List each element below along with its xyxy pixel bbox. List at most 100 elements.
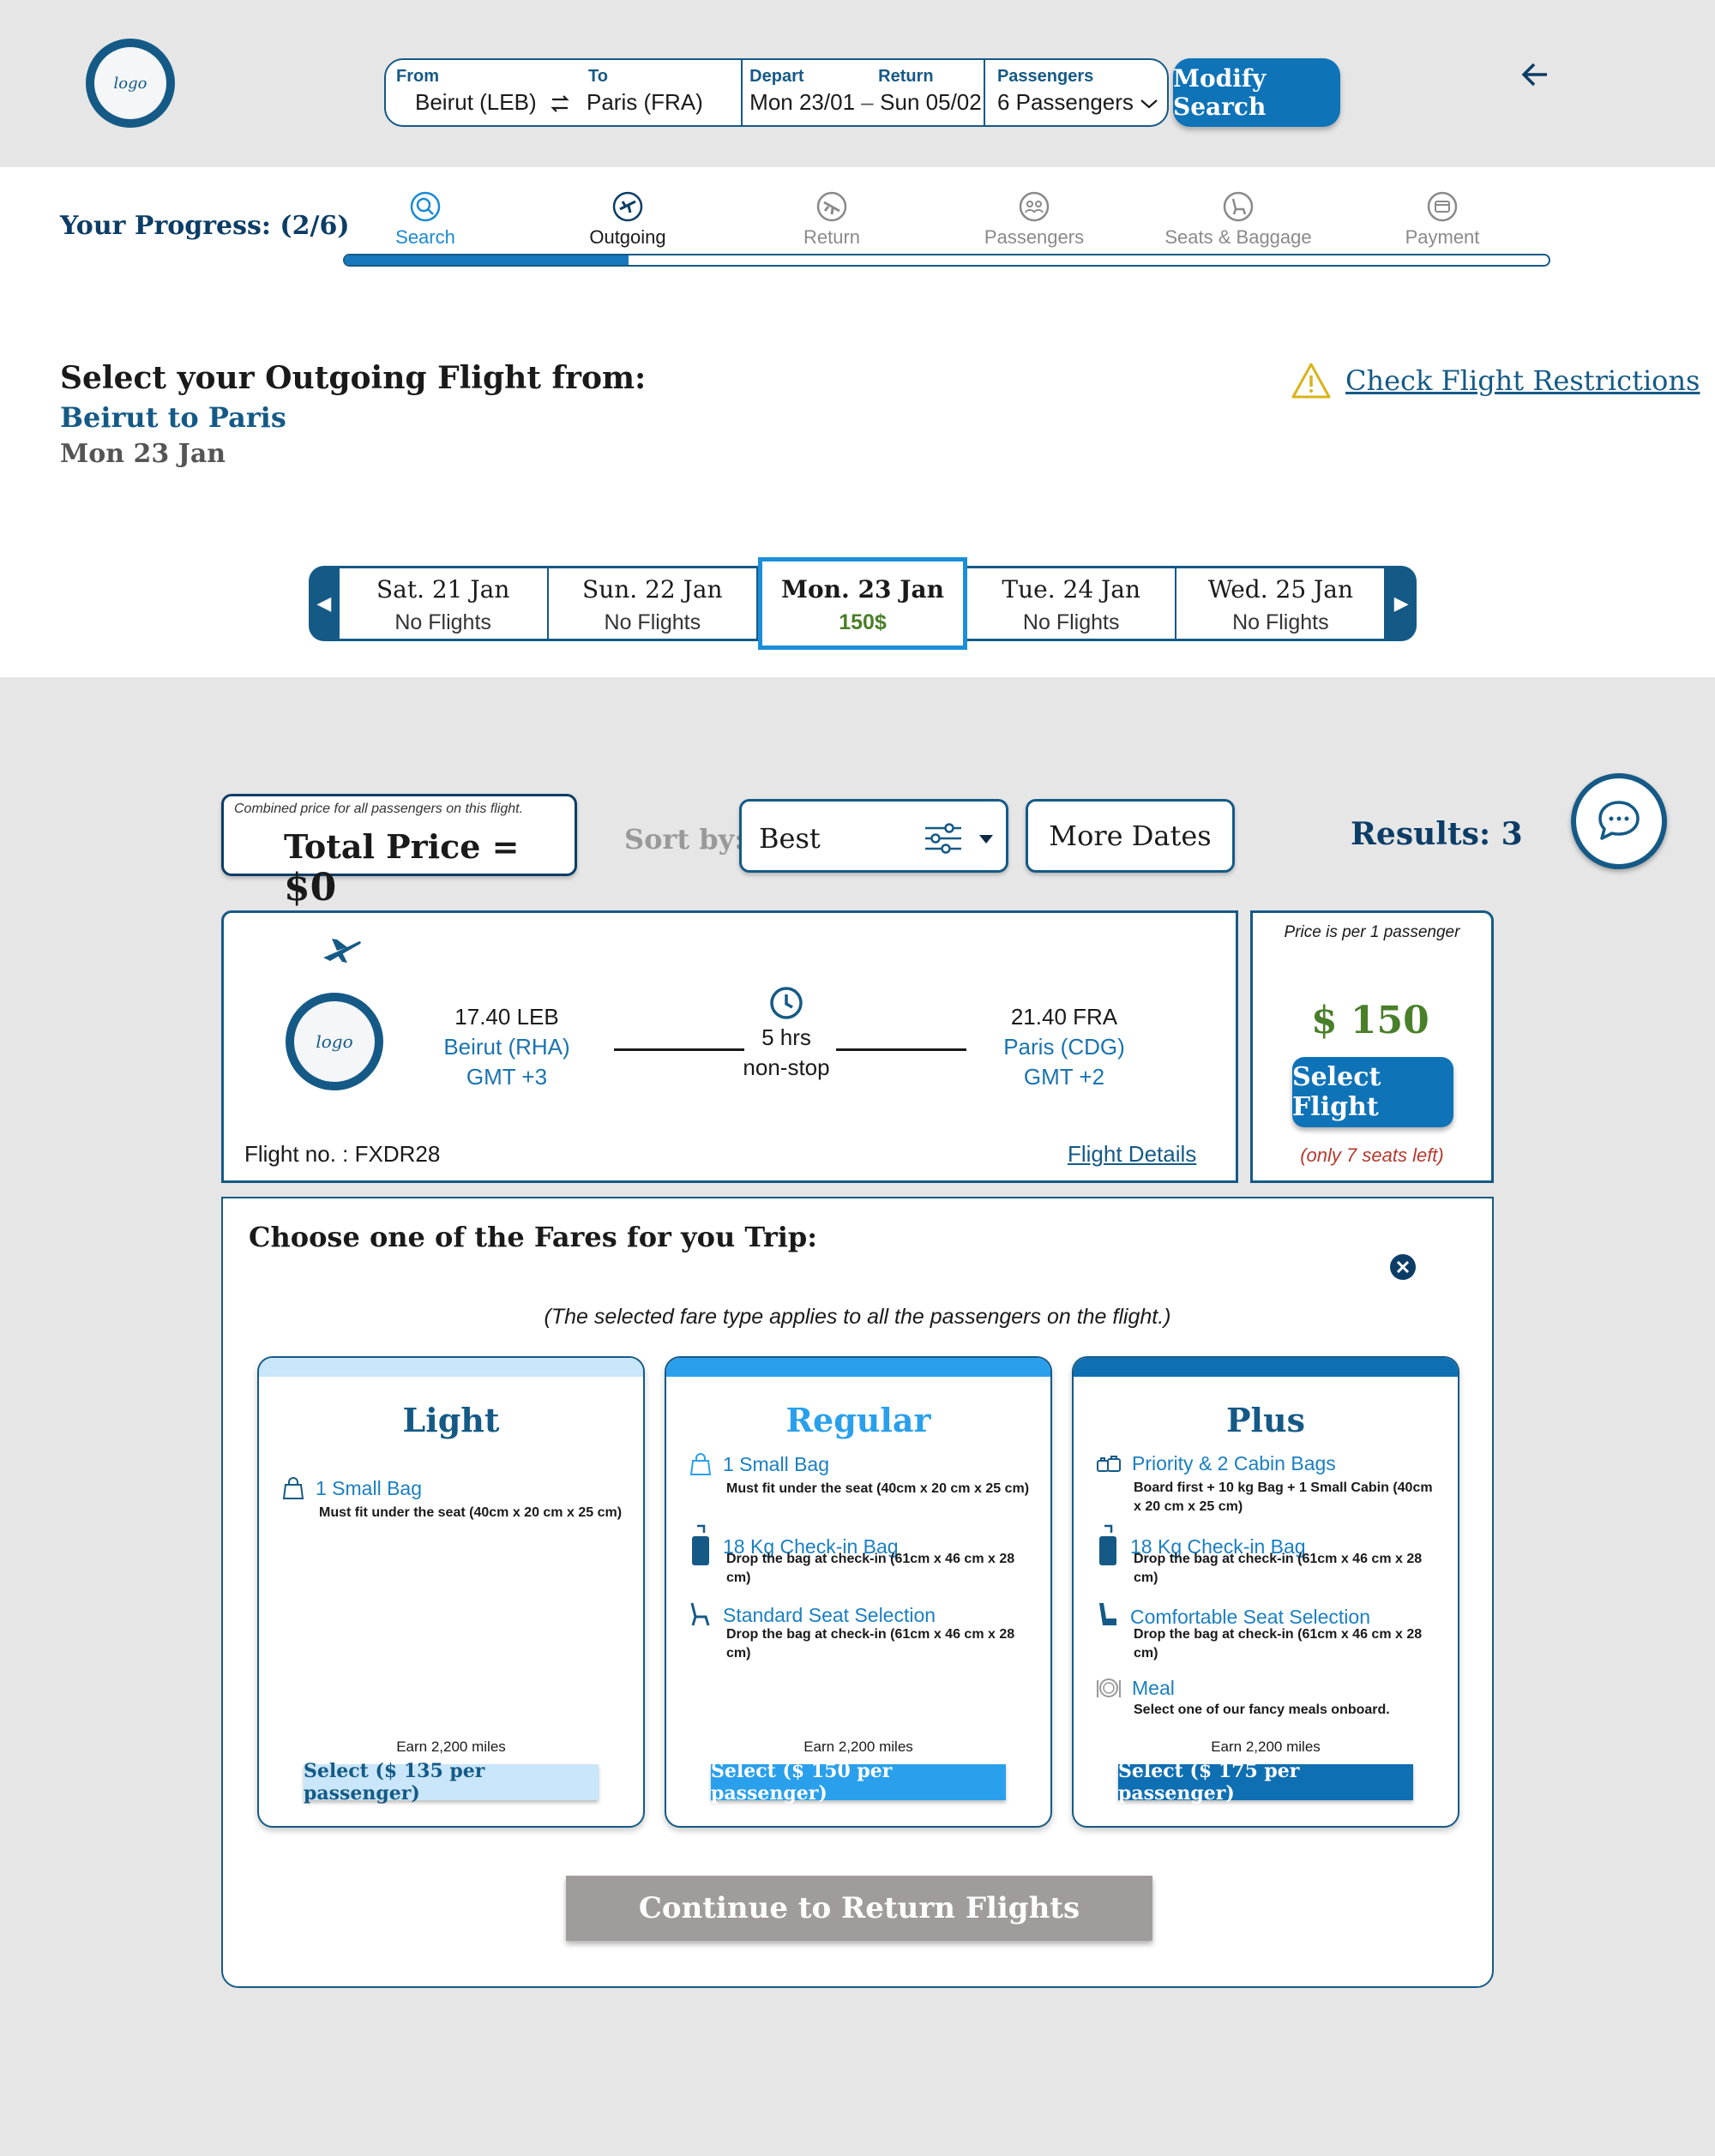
search-summary[interactable]: From Beirut (LEB) To Paris (FRA) Depart … bbox=[384, 58, 1169, 127]
fare-card-plus: Plus Priority & 2 Cabin Bags Board first… bbox=[1072, 1356, 1459, 1828]
select-flight-button[interactable]: Select Flight bbox=[1292, 1057, 1453, 1127]
chevron-down-icon bbox=[1140, 99, 1158, 109]
chat-bubble-icon bbox=[1598, 801, 1640, 840]
arrival-timezone: GMT +2 bbox=[1023, 1064, 1105, 1090]
date-day: Sun. 22 Jan bbox=[582, 575, 723, 604]
feature-title: 1 Small Bag bbox=[723, 1452, 830, 1475]
arrival-info: 21.40 FRA Paris (CDG) GMT +2 bbox=[936, 1002, 1193, 1092]
feature-title: Meal bbox=[1132, 1676, 1175, 1699]
sort-dropdown[interactable]: Best bbox=[739, 799, 1008, 873]
fare-feature: 18 Kg Check-in Bag Drop the bag at check… bbox=[689, 1524, 1032, 1588]
fare-card-regular: Regular 1 Small Bag Must fit under the s… bbox=[665, 1356, 1052, 1828]
back-arrow-icon[interactable] bbox=[1518, 57, 1554, 93]
feature-title: Standard Seat Selection bbox=[723, 1603, 936, 1626]
flight-details-link[interactable]: Flight Details bbox=[1068, 1141, 1196, 1168]
step-seats-baggage[interactable]: Seats & Baggage bbox=[1152, 190, 1324, 249]
continue-to-return-button[interactable]: Continue to Return Flights bbox=[566, 1876, 1152, 1941]
date-day: Mon. 23 Jan bbox=[781, 575, 944, 604]
fare-feature: Priority & 2 Cabin Bags Board first + 10… bbox=[1096, 1452, 1439, 1516]
total-price-box: Combined price for all passengers on thi… bbox=[221, 794, 577, 910]
bag-icon bbox=[282, 1477, 304, 1499]
cabin-bags-icon bbox=[1097, 1455, 1121, 1472]
step-search[interactable]: Search bbox=[340, 190, 511, 249]
date-selector: ◀ Sat. 21 Jan No Flights Sun. 22 Jan No Fl… bbox=[309, 557, 1417, 650]
fare-card-light: Light 1 Small Bag Must fit under the sea… bbox=[257, 1356, 645, 1828]
date-option[interactable]: Sun. 22 Jan No Flights bbox=[548, 566, 758, 641]
feature-desc: Drop the bag at check-in (61cm x 46 cm x… bbox=[726, 1627, 1015, 1661]
date-day: Sat. 21 Jan bbox=[376, 575, 510, 604]
depart-value: Mon 23/01 bbox=[749, 89, 856, 115]
step-payment[interactable]: Payment bbox=[1357, 190, 1528, 249]
feature-desc: Drop the bag at check-in (61cm x 46 cm x… bbox=[726, 1552, 1015, 1585]
departure-timezone: GMT +3 bbox=[466, 1064, 548, 1090]
date-price: No Flights bbox=[604, 610, 701, 634]
arrival-time: 21.40 FRA bbox=[1010, 1004, 1118, 1030]
select-light-fare-button[interactable]: Select ($ 135 per passenger) bbox=[304, 1760, 599, 1805]
step-passengers[interactable]: Passengers bbox=[948, 190, 1120, 249]
results-count: Results: 3 bbox=[1351, 816, 1523, 852]
bag-icon bbox=[689, 1453, 712, 1475]
date-price: No Flights bbox=[1232, 610, 1329, 634]
card-icon bbox=[1426, 190, 1459, 223]
total-price-note: Combined price for all passengers on thi… bbox=[234, 802, 524, 816]
filter-sliders-icon bbox=[925, 823, 961, 854]
logo-text: logo bbox=[113, 74, 147, 93]
chat-button[interactable] bbox=[1571, 773, 1667, 869]
close-icon[interactable] bbox=[1389, 1253, 1417, 1281]
date-price: No Flights bbox=[1022, 610, 1120, 634]
date-separator: – bbox=[861, 89, 874, 115]
date-price: No Flights bbox=[394, 610, 491, 634]
step-label: Return bbox=[803, 226, 861, 248]
seats-left-text: (only 7 seats left) bbox=[1300, 1144, 1444, 1166]
dates-field[interactable]: Depart Mon 23/01 – Return Sun 05/02 bbox=[743, 60, 985, 125]
fare-name: Light bbox=[402, 1401, 500, 1439]
departure-time: 17.40 LEB bbox=[454, 1004, 559, 1030]
select-plus-fare-button[interactable]: Select ($ 175 per passenger) bbox=[1118, 1760, 1413, 1805]
date-option[interactable]: Wed. 25 Jan No Flights bbox=[1176, 566, 1387, 641]
date-option[interactable]: Sat. 21 Jan No Flights bbox=[339, 566, 549, 641]
step-outgoing[interactable]: Outgoing bbox=[542, 190, 713, 249]
route-field[interactable]: From Beirut (LEB) To Paris (FRA) bbox=[386, 60, 743, 125]
fare-card-top-bar bbox=[259, 1358, 643, 1377]
search-icon bbox=[409, 190, 442, 223]
step-label: Passengers bbox=[984, 226, 1085, 248]
fare-name: Regular bbox=[785, 1401, 931, 1439]
step-label: Search bbox=[395, 226, 455, 248]
caret-right-icon: ▶ bbox=[1393, 592, 1409, 614]
step-label: Payment bbox=[1405, 226, 1480, 248]
departure-airport: Beirut (RHA) bbox=[443, 1034, 570, 1060]
prev-dates-button[interactable]: ◀ bbox=[309, 566, 340, 641]
date-option[interactable]: Tue. 24 Jan No Flights bbox=[967, 566, 1177, 641]
more-dates-button[interactable]: More Dates bbox=[1026, 799, 1235, 873]
fares-title: Choose one of the Fares for you Trip: bbox=[249, 1221, 818, 1253]
fare-feature: 18 Kg Check-in Bag Drop the bag at check… bbox=[1096, 1524, 1439, 1588]
duration-info: 5 hrs non-stop bbox=[704, 1023, 869, 1083]
date-option-selected[interactable]: Mon. 23 Jan 150$ bbox=[757, 557, 968, 650]
step-return[interactable]: Return bbox=[746, 190, 918, 249]
departure-info: 17.40 LEB Beirut (RHA) GMT +3 bbox=[378, 1002, 635, 1092]
select-regular-fare-button[interactable]: Select ($ 150 per passenger) bbox=[711, 1760, 1006, 1805]
passengers-value: 6 Passengers bbox=[996, 89, 1134, 115]
modify-search-button[interactable]: Modify Search bbox=[1173, 58, 1340, 127]
check-restrictions-link[interactable]: Check Flight Restrictions bbox=[1291, 362, 1700, 399]
comfort-seat-icon bbox=[1099, 1603, 1116, 1625]
flight-price: $ 150 bbox=[1311, 999, 1429, 1042]
passengers-field[interactable]: Passengers 6 Passengers bbox=[985, 60, 1167, 125]
price-card: Price is per 1 passenger $ 150 Select Fl… bbox=[1250, 910, 1494, 1183]
step-label: Seats & Baggage bbox=[1164, 226, 1312, 248]
dropdown-caret-icon bbox=[979, 835, 993, 844]
total-value: $0 bbox=[284, 866, 337, 910]
progress-fill bbox=[345, 255, 629, 265]
fares-note: (The selected fare type applies to all t… bbox=[544, 1305, 1171, 1329]
feature-desc: Drop the bag at check-in (61cm x 46 cm x… bbox=[1134, 1627, 1423, 1661]
swap-icon[interactable] bbox=[549, 93, 571, 115]
fare-card-top-bar bbox=[1074, 1358, 1458, 1377]
fare-feature: 1 Small Bag Must fit under the seat (40c… bbox=[689, 1452, 1032, 1498]
airline-logo-text: logo bbox=[316, 1031, 353, 1052]
luggage-icon bbox=[1099, 1524, 1116, 1565]
flight-card: logo 17.40 LEB Beirut (RHA) GMT +3 5 hrs… bbox=[221, 910, 1238, 1183]
fare-card-top-bar bbox=[666, 1358, 1050, 1377]
arrival-airport: Paris (CDG) bbox=[1003, 1034, 1125, 1060]
airplane-icon bbox=[323, 939, 361, 963]
next-dates-button[interactable]: ▶ bbox=[1386, 566, 1417, 641]
